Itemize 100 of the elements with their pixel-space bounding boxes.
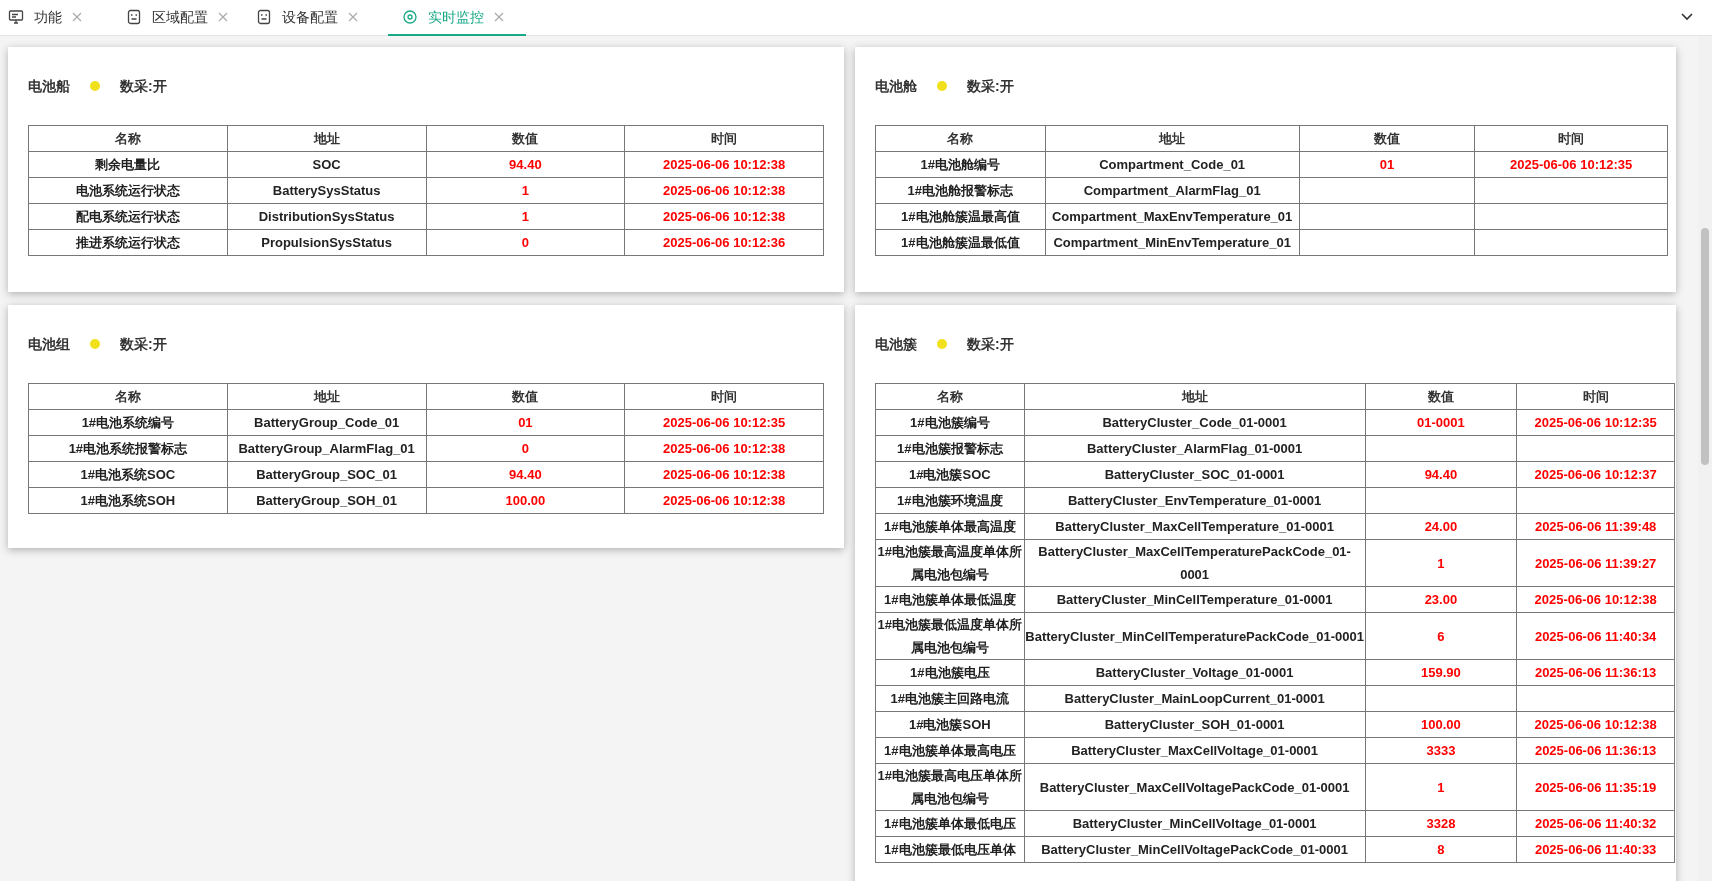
table-cell: BatteryCluster_MaxCellVoltagePackCode_01-0001 bbox=[1039, 779, 1350, 795]
scrollbar-thumb[interactable] bbox=[1701, 228, 1709, 465]
table-cell: 配电系统运行状态 bbox=[75, 209, 180, 224]
table-cell: 2025-06-06 10:12:38 bbox=[663, 157, 786, 172]
table-cell: 94.40 bbox=[509, 157, 542, 172]
table-cell: BatteryGroup_Code_01 bbox=[254, 415, 400, 430]
column-header: 数值 bbox=[1299, 125, 1475, 152]
table-cell: 1 bbox=[521, 209, 529, 224]
table-cell: 1#电池簇SOC bbox=[909, 467, 991, 482]
table-cell: BatteryCluster_MaxCellVoltage_01-0001 bbox=[1071, 743, 1319, 758]
close-icon[interactable] bbox=[494, 12, 504, 22]
status-text: 数采:开 bbox=[967, 76, 1014, 96]
table-cell: 1#电池舱簇温最低值 bbox=[901, 235, 1020, 250]
table-cell: BatterySysStatus bbox=[272, 183, 381, 198]
column-header: 名称 bbox=[28, 125, 228, 152]
table-cell: 3328 bbox=[1426, 816, 1456, 831]
table-cell: 1#电池簇电压 bbox=[910, 665, 990, 680]
status-text: 数采:开 bbox=[120, 76, 167, 96]
table-cell: 100.00 bbox=[1421, 717, 1461, 732]
table-cell: BatteryCluster_SOH_01-0001 bbox=[1104, 717, 1285, 732]
table-cell: BatteryCluster_MinCellVoltage_01-0001 bbox=[1072, 816, 1317, 831]
table-cell: 1#电池簇最高温度单体所属电池包编号 bbox=[877, 544, 1023, 582]
table-cell: 159.90 bbox=[1421, 665, 1461, 680]
table-cell: 1#电池簇单体最高温度 bbox=[884, 519, 1016, 534]
table-cell: 1#电池簇最低温度单体所属电池包编号 bbox=[877, 617, 1023, 655]
table-cell: 1#电池系统报警标志 bbox=[68, 441, 188, 456]
table-cell: 1#电池舱报警标志 bbox=[907, 183, 1014, 198]
table-cell: BatteryCluster_Code_01-0001 bbox=[1102, 415, 1287, 430]
table-cell: BatteryCluster_MaxCellTemperaturePackCode_01-0001 bbox=[1038, 544, 1351, 582]
table-cell: 1#电池簇最低电压单体 bbox=[884, 842, 1016, 857]
table-cell: 1 bbox=[1437, 555, 1445, 571]
table-cell: 2025-06-06 10:12:35 bbox=[1510, 157, 1633, 172]
table-cell: 2025-06-06 10:12:35 bbox=[663, 415, 786, 430]
table-cell: BatteryCluster_AlarmFlag_01-0001 bbox=[1086, 441, 1303, 456]
panel-title: 电池舱 bbox=[875, 76, 917, 96]
table-cell: 2025-06-06 10:12:38 bbox=[663, 441, 786, 456]
table-cell: 2025-06-06 11:36:13 bbox=[1534, 743, 1657, 758]
column-header: 时间 bbox=[624, 383, 824, 410]
column-header: 地址 bbox=[1024, 383, 1366, 410]
tab[interactable]: 功能 bbox=[0, 0, 118, 36]
table-cell: 1#电池簇报警标志 bbox=[897, 441, 1003, 456]
column-header: 名称 bbox=[875, 383, 1025, 410]
chevron-down-icon[interactable] bbox=[1680, 12, 1694, 22]
column-header: 地址 bbox=[227, 383, 426, 410]
table-cell: 2025-06-06 10:12:38 bbox=[663, 183, 786, 198]
table-cell: BatteryCluster_MainLoopCurrent_01-0001 bbox=[1064, 691, 1325, 706]
table-cell: 1#电池簇单体最低温度 bbox=[884, 592, 1016, 607]
table-cell: 94.40 bbox=[509, 467, 542, 482]
close-icon[interactable] bbox=[72, 12, 82, 22]
panel-title: 电池船 bbox=[28, 76, 70, 96]
tab[interactable]: 区域配置 bbox=[118, 0, 248, 36]
tab[interactable]: 设备配置 bbox=[248, 0, 388, 36]
column-header: 地址 bbox=[1045, 125, 1300, 152]
table-cell: 电池系统运行状态 bbox=[75, 183, 180, 198]
panel-title: 电池簇 bbox=[875, 334, 917, 354]
table-cell: 0 bbox=[521, 441, 529, 456]
panel-icon bbox=[126, 9, 142, 25]
table-cell: 2025-06-06 11:40:32 bbox=[1534, 816, 1657, 831]
table-cell: 1 bbox=[521, 183, 529, 198]
table-cell: 1#电池簇单体最高电压 bbox=[884, 743, 1016, 758]
table-cell: 2025-06-06 11:40:34 bbox=[1534, 628, 1657, 644]
table-cell: 2025-06-06 10:12:38 bbox=[1534, 717, 1657, 732]
table-cell: 1#电池簇主回路电流 bbox=[890, 691, 1010, 706]
table-cell: BatteryCluster_Voltage_01-0001 bbox=[1095, 665, 1294, 680]
table-cell: BatteryCluster_MinCellTemperature_01-0001 bbox=[1056, 592, 1333, 607]
table-cell: 1#电池簇单体最低电压 bbox=[884, 816, 1016, 831]
table-cell: 1#电池舱编号 bbox=[920, 157, 1001, 172]
table-cell: 1#电池舱簇温最高值 bbox=[901, 209, 1020, 224]
table-cell: BatteryGroup_SOH_01 bbox=[256, 493, 398, 508]
column-header: 数值 bbox=[426, 383, 625, 410]
table-cell: 01 bbox=[518, 415, 533, 430]
table-cell: 1#电池簇SOH bbox=[909, 717, 991, 732]
column-header: 数值 bbox=[1365, 383, 1517, 410]
table-cell: Compartment_MaxEnvTemperature_01 bbox=[1051, 209, 1293, 224]
table-cell: 剩余电量比 bbox=[95, 157, 161, 172]
table-cell: BatteryCluster_SOC_01-0001 bbox=[1104, 467, 1285, 482]
table-cell: 100.00 bbox=[505, 493, 546, 508]
table-cell: BatteryGroup_AlarmFlag_01 bbox=[238, 441, 415, 456]
table-cell: 1#电池系统SOH bbox=[80, 493, 176, 508]
table-cell: 1#电池簇最高电压单体所属电池包编号 bbox=[877, 768, 1023, 806]
column-header: 名称 bbox=[875, 125, 1046, 152]
panel-title: 电池组 bbox=[28, 334, 70, 354]
column-header: 名称 bbox=[28, 383, 228, 410]
table-cell: Compartment_AlarmFlag_01 bbox=[1083, 183, 1261, 198]
column-header: 时间 bbox=[1474, 125, 1668, 152]
monitor-icon bbox=[8, 9, 24, 25]
table-cell: DistributionSysStatus bbox=[258, 209, 395, 224]
close-icon[interactable] bbox=[218, 12, 228, 22]
table-cell: 2025-06-06 11:39:48 bbox=[1534, 519, 1657, 534]
column-header: 地址 bbox=[227, 125, 426, 152]
table-cell: 8 bbox=[1437, 842, 1445, 857]
close-icon[interactable] bbox=[348, 12, 358, 22]
table-cell: 94.40 bbox=[1424, 467, 1458, 482]
table-cell: 2025-06-06 10:12:35 bbox=[1534, 415, 1657, 430]
table-cell: 1#电池簇环境温度 bbox=[897, 493, 1003, 508]
table-cell: BatteryCluster_EnvTemperature_01-0001 bbox=[1067, 493, 1322, 508]
table-cell: 2025-06-06 11:35:19 bbox=[1534, 779, 1657, 795]
status-text: 数采:开 bbox=[967, 334, 1014, 354]
table-cell: 24.00 bbox=[1424, 519, 1458, 534]
table-cell: 2025-06-06 10:12:38 bbox=[663, 493, 786, 508]
